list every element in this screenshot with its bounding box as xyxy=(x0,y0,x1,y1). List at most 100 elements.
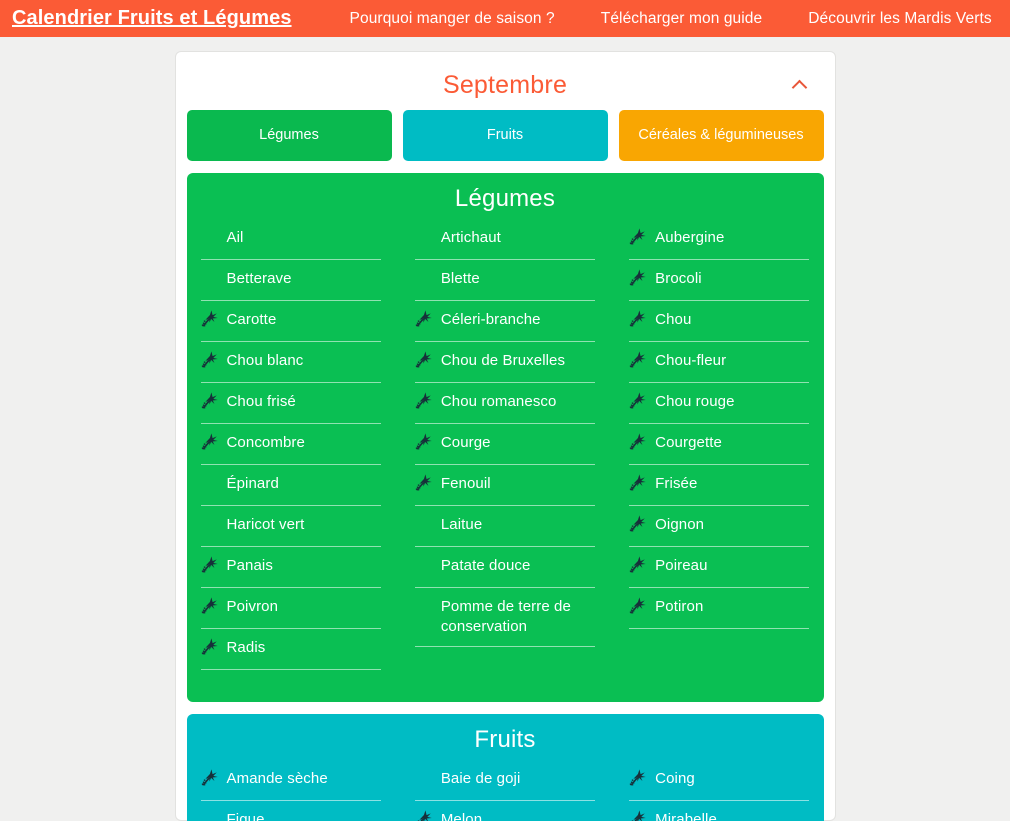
sprout-icon xyxy=(201,351,220,368)
panel-title: Légumes xyxy=(454,185,556,212)
produce-item[interactable]: Chou-fleur xyxy=(629,342,810,383)
produce-item[interactable]: Aubergine xyxy=(629,219,810,260)
nav-link-mardis-verts[interactable]: Découvrir les Mardis Verts xyxy=(808,10,991,28)
sprout-icon xyxy=(629,474,648,491)
produce-item[interactable]: Oignon xyxy=(629,506,810,547)
produce-item[interactable]: Concombre xyxy=(200,424,381,465)
produce-item-label: Chou romanesco xyxy=(440,393,557,410)
produce-item[interactable]: Potiron xyxy=(629,588,810,629)
produce-item[interactable]: Amande sèche xyxy=(200,760,381,801)
produce-item-label: Frisée xyxy=(655,475,698,492)
produce-item[interactable]: Patate douce xyxy=(414,547,596,588)
produce-item[interactable]: Radis xyxy=(200,629,381,670)
produce-item-label: Figue xyxy=(226,810,265,821)
month-card-septembre: Septembre Légumes Fruits Céréales & légu… xyxy=(174,51,836,821)
sprout-icon xyxy=(629,515,648,532)
sprout-icon xyxy=(629,768,648,786)
produce-item-label: Ail xyxy=(226,229,244,246)
produce-item[interactable]: Poireau xyxy=(629,547,810,588)
produce-item-label: Poivron xyxy=(226,598,279,615)
produce-item[interactable]: Coing xyxy=(629,760,810,801)
month-title: Septembre xyxy=(442,71,568,99)
sprout-icon xyxy=(629,597,648,614)
produce-item-label: Patate douce xyxy=(440,557,531,574)
produce-sections: Légumes Ail Betterave Carotte Chou blanc Chou… xyxy=(186,173,824,821)
produce-item[interactable]: Chou xyxy=(629,301,810,342)
sprout-icon xyxy=(415,310,434,327)
nav-link-why-seasonal[interactable]: Pourquoi manger de saison ? xyxy=(350,10,555,28)
nav-link-download-guide[interactable]: Télécharger mon guide xyxy=(601,10,763,28)
sprout-icon xyxy=(415,433,434,450)
produce-item[interactable]: Blette xyxy=(414,260,596,301)
produce-item[interactable]: Betterave xyxy=(200,260,381,301)
sprout-icon xyxy=(629,351,648,368)
produce-item[interactable]: Baie de goji xyxy=(414,760,596,801)
produce-item[interactable]: Laitue xyxy=(414,506,596,547)
produce-item[interactable]: Carotte xyxy=(200,301,381,342)
produce-item-label: Chou rouge xyxy=(655,393,735,410)
produce-item[interactable]: Brocoli xyxy=(629,260,810,301)
tab-cereales-legumineuses[interactable]: Céréales & légumineuses xyxy=(618,110,824,161)
produce-column-2: Artichaut Blette Céleri-branche Chou de Bru… xyxy=(414,219,596,688)
tab-legumes[interactable]: Légumes xyxy=(186,110,392,161)
produce-item[interactable]: Panais xyxy=(200,547,381,588)
produce-item-label: Blette xyxy=(440,270,480,287)
produce-item-label: Brocoli xyxy=(655,270,702,287)
produce-column-2: Baie de goji Melon xyxy=(414,760,596,821)
sprout-icon xyxy=(629,392,648,409)
chevron-up-icon[interactable] xyxy=(788,74,812,98)
produce-item-label: Radis xyxy=(226,639,266,656)
produce-item-label: Chou xyxy=(655,311,692,328)
produce-item-label: Chou blanc xyxy=(226,352,304,369)
produce-item-label: Épinard xyxy=(226,475,279,492)
produce-item[interactable]: Ail xyxy=(200,219,381,260)
produce-item[interactable]: Haricot vert xyxy=(200,506,381,547)
produce-item[interactable]: Pomme de terre de conservation xyxy=(414,588,596,647)
produce-item[interactable]: Céleri-branche xyxy=(414,301,596,342)
sprout-icon xyxy=(629,433,648,450)
sprout-icon xyxy=(415,351,434,368)
produce-item[interactable]: Frisée xyxy=(629,465,810,506)
produce-column-1: Amande sèche Figue xyxy=(200,760,381,821)
sprout-icon xyxy=(415,474,434,491)
column-spacer xyxy=(415,647,595,688)
produce-item[interactable]: Chou romanesco xyxy=(414,383,596,424)
produce-item-label: Baie de goji xyxy=(440,769,521,787)
top-navigation-bar: Calendrier Fruits et Légumes Pourquoi ma… xyxy=(0,0,1010,37)
produce-item[interactable]: Mirabelle xyxy=(629,801,809,821)
produce-item-label: Pomme de terre de conservation xyxy=(440,598,571,636)
produce-item-label: Oignon xyxy=(655,516,705,533)
produce-item[interactable]: Melon xyxy=(415,801,595,821)
produce-item-label: Haricot vert xyxy=(226,516,305,533)
sprout-icon xyxy=(201,392,220,409)
produce-item-label: Coing xyxy=(655,769,695,787)
produce-item[interactable]: Chou rouge xyxy=(629,383,810,424)
month-header: Septembre xyxy=(187,63,824,108)
sprout-icon xyxy=(201,597,220,614)
produce-item-label: Courge xyxy=(440,434,491,451)
produce-item[interactable]: Chou frisé xyxy=(200,383,381,424)
sprout-icon xyxy=(629,809,648,821)
produce-item[interactable]: Chou blanc xyxy=(200,342,381,383)
sprout-icon xyxy=(201,768,220,786)
produce-item[interactable]: Fenouil xyxy=(414,465,596,506)
produce-item[interactable]: Figue xyxy=(201,801,381,821)
produce-item-label: Potiron xyxy=(655,598,704,615)
panel-fruit: Fruits Amande sèche Figue Baie de goji Melon… xyxy=(186,713,824,821)
sprout-icon xyxy=(629,269,648,286)
produce-item[interactable]: Courge xyxy=(414,424,596,465)
produce-item[interactable]: Poivron xyxy=(200,588,381,629)
tab-fruits[interactable]: Fruits xyxy=(402,110,608,161)
produce-item-label: Laitue xyxy=(440,516,483,533)
site-brand-link[interactable]: Calendrier Fruits et Légumes xyxy=(0,7,292,30)
produce-item-label: Fenouil xyxy=(440,475,491,492)
category-tabs: Légumes Fruits Céréales & légumineuses xyxy=(186,110,824,161)
column-spacer xyxy=(629,629,809,670)
produce-item[interactable]: Artichaut xyxy=(414,219,596,260)
produce-item[interactable]: Courgette xyxy=(629,424,810,465)
produce-item-label: Aubergine xyxy=(655,229,725,246)
produce-item[interactable]: Épinard xyxy=(200,465,381,506)
produce-item[interactable]: Chou de Bruxelles xyxy=(414,342,596,383)
panel-veg: Légumes Ail Betterave Carotte Chou blanc Chou… xyxy=(186,173,824,702)
panel-title: Fruits xyxy=(474,725,536,753)
